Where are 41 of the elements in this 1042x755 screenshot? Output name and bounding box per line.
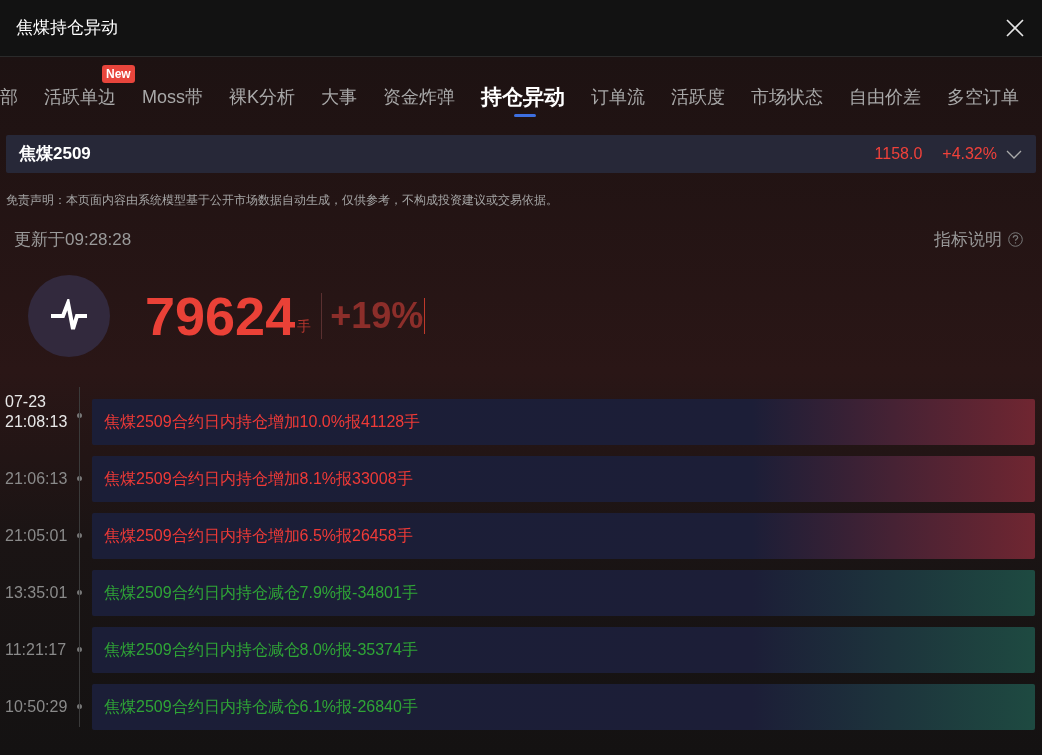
event-time: 21:08:13 bbox=[5, 411, 68, 432]
open-interest-value: 79624 bbox=[145, 288, 296, 343]
update-time: 更新于09:28:28 bbox=[14, 229, 132, 251]
help-link[interactable]: 指标说明 bbox=[934, 227, 1002, 253]
event-card[interactable]: 焦煤2509合约日内持仓减仓7.9%报-34801手 bbox=[92, 569, 1035, 616]
event-time: 11:21:17 bbox=[5, 639, 67, 660]
new-badge: New bbox=[102, 65, 135, 83]
event-time: 13:35:01 bbox=[5, 582, 68, 603]
tab[interactable]: 活跃单边 bbox=[44, 83, 116, 111]
event-card[interactable]: 焦煤2509合约日内持仓增加6.5%报26458手 bbox=[92, 512, 1035, 559]
close-icon[interactable] bbox=[1006, 19, 1024, 37]
contract-selector[interactable]: 焦煤2509 1158.0 +4.32% bbox=[6, 135, 1036, 173]
tab[interactable]: 持仓异动 bbox=[481, 83, 566, 111]
tab[interactable]: 资金炸弹 bbox=[383, 83, 456, 111]
help-icon[interactable] bbox=[1008, 232, 1023, 248]
event-time: 21:06:13 bbox=[5, 468, 68, 489]
tab[interactable]: 市场状态 bbox=[751, 83, 824, 111]
tab[interactable]: Moss带 bbox=[142, 83, 203, 111]
contract-name: 焦煤2509 bbox=[19, 143, 91, 166]
disclaimer-text: 免责声明：本页面内容由系统模型基于公开市场数据自动生成，仅供参考，不构成投资建议或交易依据。 bbox=[5, 192, 559, 209]
tab[interactable]: 自由价差 bbox=[849, 83, 922, 111]
event-time: 10:50:29 bbox=[5, 696, 68, 717]
event-card[interactable]: 焦煤2509合约日内持仓减仓6.1%报-26840手 bbox=[92, 683, 1035, 730]
tab[interactable]: 多空订单 bbox=[947, 83, 1020, 111]
tab[interactable]: 部 bbox=[0, 83, 18, 111]
window-title: 焦煤持仓异动 bbox=[16, 17, 118, 40]
tab-underline bbox=[514, 114, 537, 117]
change-percent: +19% bbox=[330, 297, 426, 334]
event-time: 21:05:01 bbox=[5, 525, 68, 546]
tab[interactable]: 活跃度 bbox=[671, 83, 726, 111]
unit-label: 手 bbox=[297, 316, 312, 336]
event-card[interactable]: 焦煤2509合约日内持仓减仓8.0%报-35374手 bbox=[92, 626, 1035, 673]
event-date: 07-23 bbox=[5, 391, 46, 412]
tab[interactable]: 订单流 bbox=[591, 83, 646, 111]
contract-change: +4.32% bbox=[942, 144, 997, 164]
contract-price: 1158.0 bbox=[874, 144, 923, 164]
tab[interactable]: 裸K分析 bbox=[229, 83, 296, 111]
tab[interactable]: 大事 bbox=[321, 83, 358, 111]
event-card[interactable]: 焦煤2509合约日内持仓增加10.0%报41128手 bbox=[92, 398, 1035, 445]
chevron-down-icon bbox=[1006, 149, 1022, 159]
event-card[interactable]: 焦煤2509合约日内持仓增加8.1%报33008手 bbox=[92, 455, 1035, 502]
